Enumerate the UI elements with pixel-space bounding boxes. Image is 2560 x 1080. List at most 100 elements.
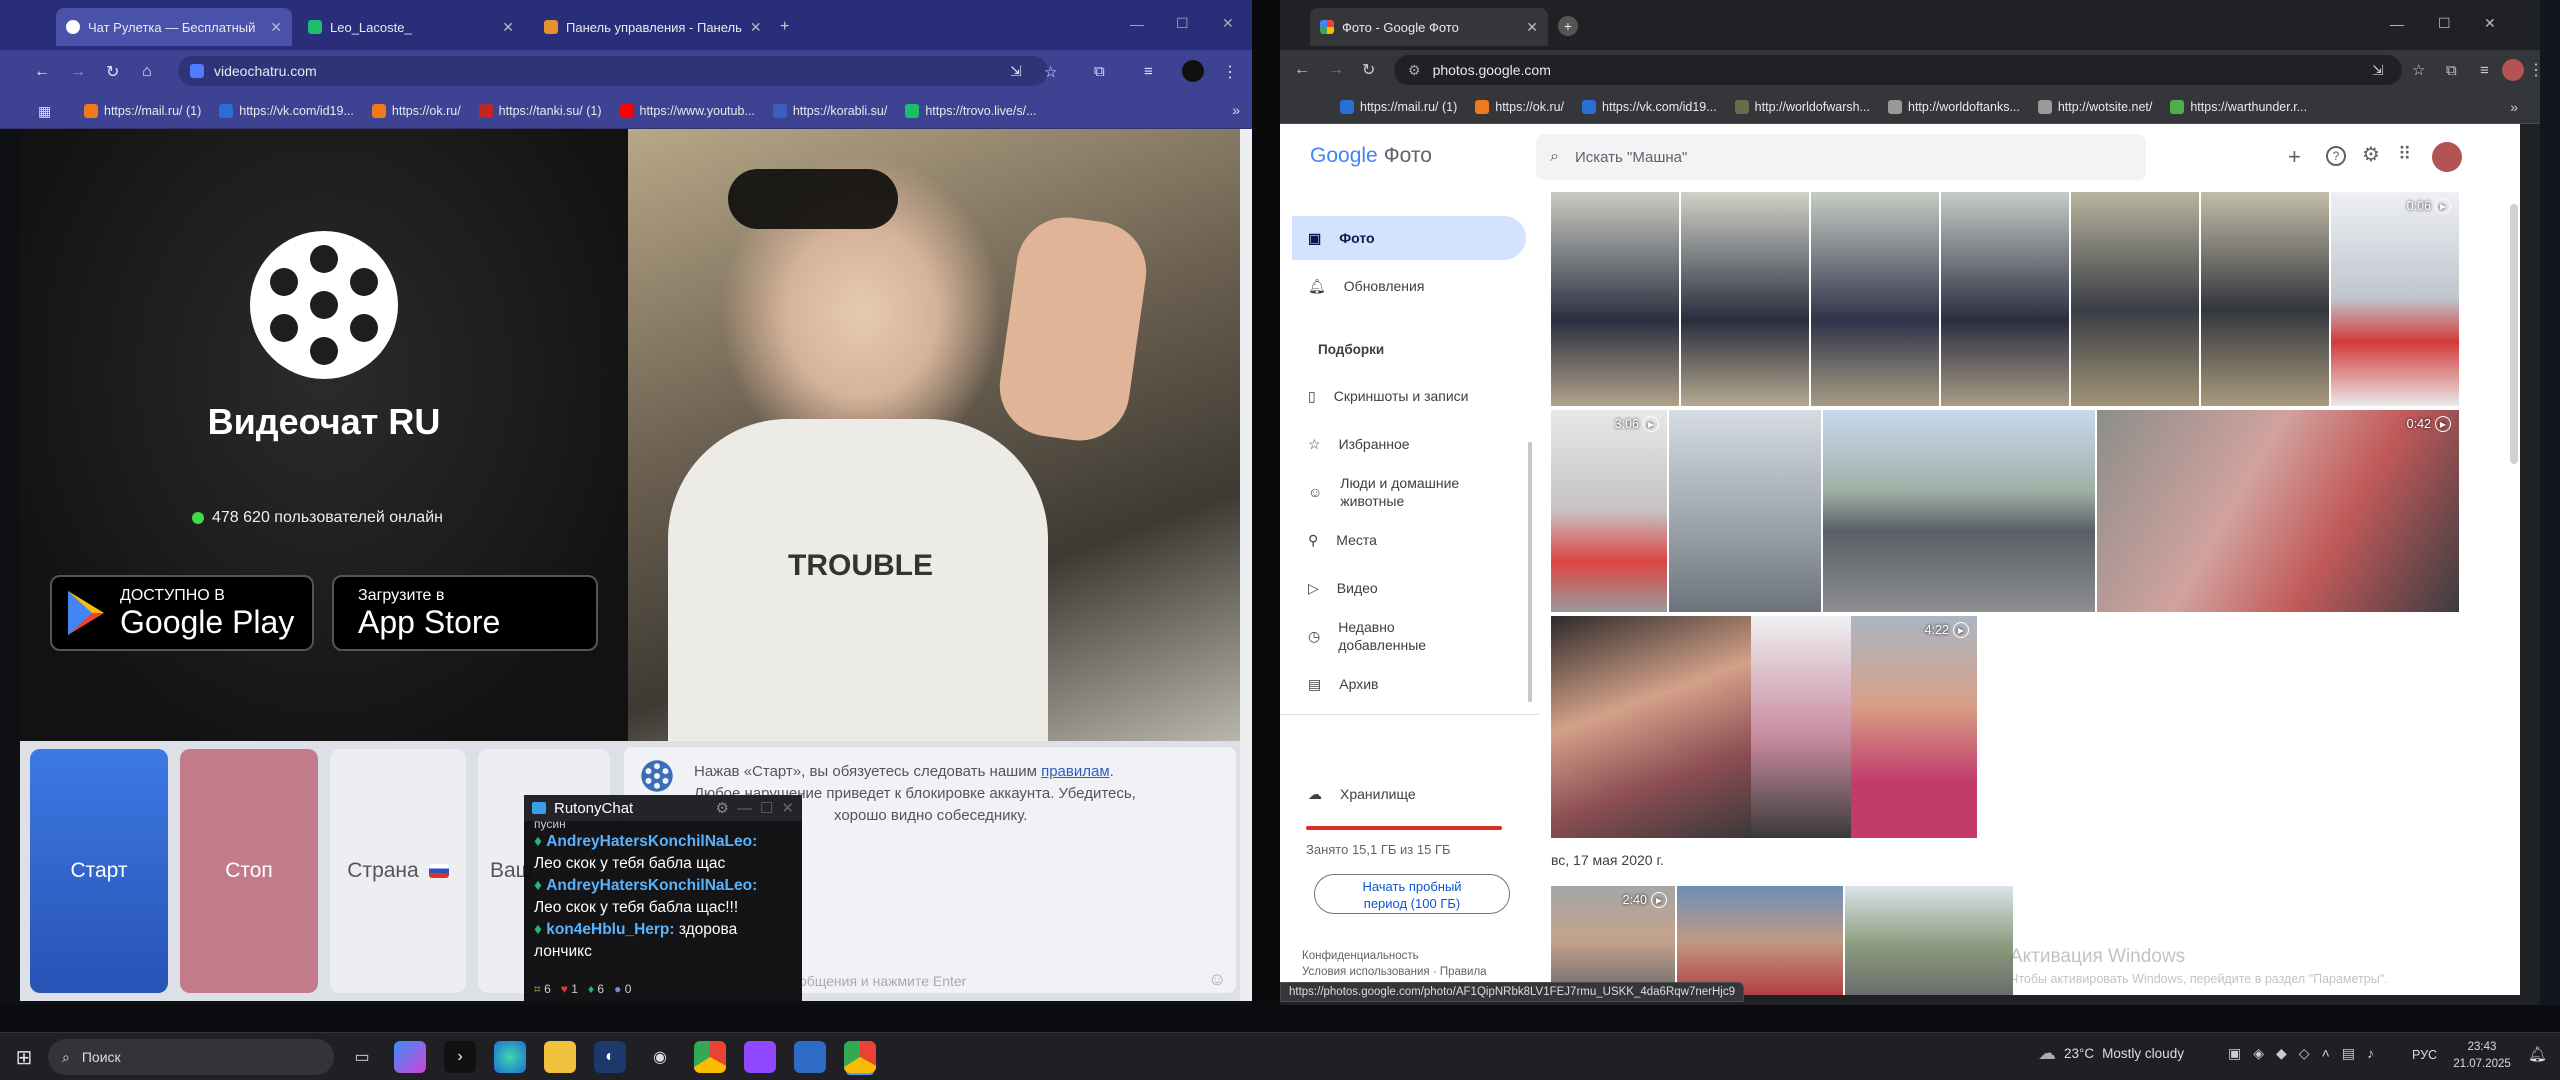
extensions-icon[interactable]: ⧉ xyxy=(1094,63,1105,80)
bookmark-item[interactable]: https://korabli.su/ xyxy=(772,103,887,118)
google-play-button[interactable]: ДОСТУПНО В Google Play xyxy=(50,575,314,651)
bookmark-item[interactable]: http://worldoftanks... xyxy=(1888,99,2020,114)
home-icon[interactable]: ⌂ xyxy=(142,63,152,81)
copilot-icon[interactable] xyxy=(394,1041,426,1073)
network-icon[interactable]: ▤ xyxy=(2342,1045,2355,1062)
bookmark-item[interactable]: https://www.youtub... xyxy=(619,103,755,118)
bookmark-item[interactable]: https://ok.ru/ xyxy=(371,103,461,118)
bookmark-star-icon[interactable]: ☆ xyxy=(2412,61,2425,79)
close-tab-icon[interactable]: ✕ xyxy=(502,19,514,36)
photo-thumb[interactable] xyxy=(1681,192,1809,406)
media-icon[interactable]: ≡ xyxy=(1144,63,1153,80)
settings-gear-icon[interactable]: ⚙ xyxy=(2362,142,2380,167)
close-window-icon[interactable]: ✕ xyxy=(2484,15,2496,32)
taskbar-search[interactable]: ⌕ Поиск xyxy=(48,1039,334,1075)
bookmark-item[interactable]: https://mail.ru/ (1) xyxy=(84,103,201,118)
install-icon[interactable]: ⇲ xyxy=(1010,63,1022,80)
language-indicator[interactable]: РУС xyxy=(2412,1048,2437,1062)
extensions-icon[interactable]: ⧉ xyxy=(2446,62,2457,79)
tab-control-panel[interactable]: Панель управления - Панель ✕ xyxy=(534,8,760,46)
forward-icon[interactable]: → xyxy=(70,63,86,81)
menu-icon[interactable]: ⋮ xyxy=(1222,62,1238,82)
close-tab-icon[interactable]: ✕ xyxy=(750,19,760,36)
gp-logo[interactable]: Google Фото xyxy=(1310,144,1432,168)
back-icon[interactable]: ← xyxy=(1294,61,1310,79)
nav-photos[interactable]: ▣ Фото xyxy=(1292,216,1526,260)
tab-leo-lacoste[interactable]: Leo_Lacoste_ ✕ xyxy=(298,8,524,46)
close-tab-icon[interactable]: ✕ xyxy=(1526,19,1538,36)
photo-thumb[interactable] xyxy=(1551,192,1679,406)
apps-grid-icon[interactable]: ⠿ xyxy=(2398,144,2411,165)
bookmark-item[interactable]: http://wotsite.net/ xyxy=(2037,99,2152,114)
nav-storage[interactable]: ☁ Хранилище xyxy=(1292,772,1526,816)
notifications-icon[interactable]: 🔔︎ xyxy=(2528,1045,2547,1063)
bookmark-item[interactable]: https://warthunder.r... xyxy=(2170,99,2307,114)
photo-thumb-video[interactable]: 0:06 ▶ xyxy=(2331,192,2459,406)
reload-icon[interactable]: ↻ xyxy=(106,62,119,82)
minimize-icon[interactable]: — xyxy=(1130,16,1144,32)
volume-icon[interactable]: ♪ xyxy=(2367,1045,2374,1062)
bookmark-item[interactable]: https://vk.com/id19... xyxy=(219,103,354,118)
chat-app-icon[interactable] xyxy=(794,1041,826,1073)
terms-link[interactable]: Условия использования xyxy=(1302,966,1430,978)
explorer-folder-icon[interactable] xyxy=(544,1041,576,1073)
maximize-icon[interactable]: ☐ xyxy=(1176,15,1189,32)
close-window-icon[interactable]: ✕ xyxy=(1222,15,1234,32)
reload-icon[interactable]: ↻ xyxy=(1362,60,1375,80)
left-scrollbar[interactable] xyxy=(1240,129,1252,1001)
profile-avatar[interactable] xyxy=(1182,60,1204,82)
chrome-icon[interactable] xyxy=(694,1041,726,1073)
photo-thumb[interactable] xyxy=(1845,886,2013,995)
minimize-icon[interactable]: — xyxy=(737,800,752,817)
photo-thumb[interactable] xyxy=(1551,616,1751,838)
edge-icon[interactable] xyxy=(494,1041,526,1073)
address-bar[interactable]: ⚙ photos.google.com xyxy=(1394,55,2402,85)
bookmark-item[interactable]: https://vk.com/id19... xyxy=(1582,99,1717,114)
minimize-icon[interactable]: — xyxy=(2390,16,2404,32)
photo-thumb-video[interactable]: 0:42 ▶ xyxy=(2097,410,2459,612)
nav-screenshots[interactable]: ▯ Скриншоты и записи xyxy=(1292,374,1526,418)
photo-thumb[interactable] xyxy=(2201,192,2329,406)
nav-places[interactable]: ⚲ Места xyxy=(1292,518,1526,562)
photo-thumb-video[interactable]: 4:22 ▶ xyxy=(1851,616,1977,838)
nav-video[interactable]: ▷ Видео xyxy=(1292,566,1526,610)
rules-link[interactable]: правилам xyxy=(1041,763,1110,780)
photo-thumb[interactable] xyxy=(1941,192,2069,406)
steam-icon[interactable]: ◐ xyxy=(594,1041,626,1073)
photo-thumb[interactable] xyxy=(2071,192,2199,406)
back-icon[interactable]: ← xyxy=(34,63,50,81)
forward-icon[interactable]: → xyxy=(1328,61,1344,79)
clock[interactable]: 23:43 21.07.2025 xyxy=(2446,1039,2518,1073)
help-icon[interactable]: ? xyxy=(2326,146,2346,166)
close-tab-icon[interactable]: ✕ xyxy=(270,19,282,36)
bookmark-item[interactable]: https://trovo.live/s/... xyxy=(905,103,1037,118)
sidebar-scrollbar[interactable] xyxy=(1528,442,1532,702)
streaming-app-icon[interactable] xyxy=(744,1041,776,1073)
bookmark-item[interactable]: http://worldofwarsh... xyxy=(1734,99,1870,114)
privacy-link[interactable]: Конфиденциальность xyxy=(1302,950,1419,962)
profile-avatar[interactable] xyxy=(2502,59,2524,81)
media-icon[interactable]: ≡ xyxy=(2480,62,2489,79)
start-button[interactable]: Старт xyxy=(30,749,168,993)
more-bookmarks-icon[interactable]: » xyxy=(2510,99,2518,115)
emoji-icon[interactable]: ☺ xyxy=(1208,969,1226,990)
chrome-active-icon[interactable] xyxy=(844,1041,876,1073)
close-icon[interactable]: ✕ xyxy=(781,799,794,817)
bookmark-item[interactable]: https://ok.ru/ xyxy=(1475,99,1564,114)
photo-thumb-video[interactable]: 2:40 ▶ xyxy=(1551,886,1675,995)
add-icon[interactable]: + xyxy=(2288,144,2301,170)
bookmark-item[interactable]: https://mail.ru/ (1) xyxy=(1340,99,1457,114)
photo-thumb-video[interactable]: 3:06 ▶ xyxy=(1551,410,1667,612)
maximize-icon[interactable]: ☐ xyxy=(760,799,773,817)
install-icon[interactable]: ⇲ xyxy=(2372,62,2384,79)
new-tab-icon[interactable]: + xyxy=(1558,16,1578,36)
bookmark-item[interactable]: https://tanki.su/ (1) xyxy=(478,103,602,118)
photo-thumb[interactable] xyxy=(1677,886,1843,995)
apps-grid-icon[interactable]: ▦ xyxy=(38,103,51,120)
weather-widget[interactable]: ☁ 23°C Mostly cloudy xyxy=(2038,1043,2184,1064)
app-store-button[interactable]: Загрузите в App Store xyxy=(332,575,598,651)
tray-app-icon[interactable]: ◈ xyxy=(2253,1045,2264,1062)
stop-button[interactable]: Стоп xyxy=(180,749,318,993)
address-bar[interactable]: videochatru.com xyxy=(178,56,1048,86)
gp-search-bar[interactable]: ⌕ Искать "Машна" xyxy=(1536,134,2146,180)
